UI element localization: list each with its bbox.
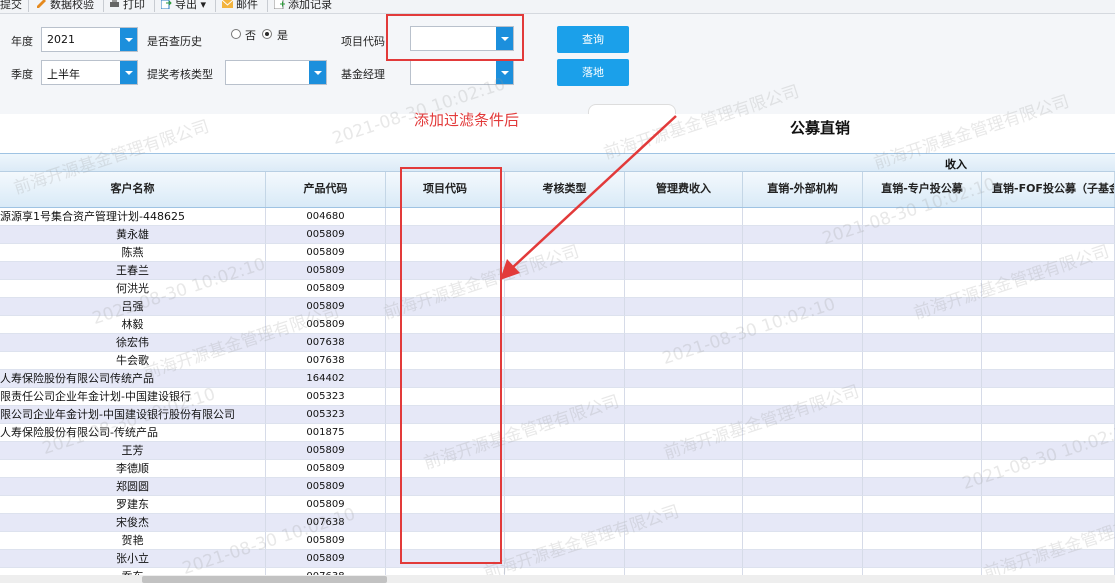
annotation-arrow: [500, 115, 677, 280]
horizontal-scrollbar[interactable]: [0, 575, 1115, 583]
scrollbar-thumb[interactable]: [142, 576, 387, 583]
